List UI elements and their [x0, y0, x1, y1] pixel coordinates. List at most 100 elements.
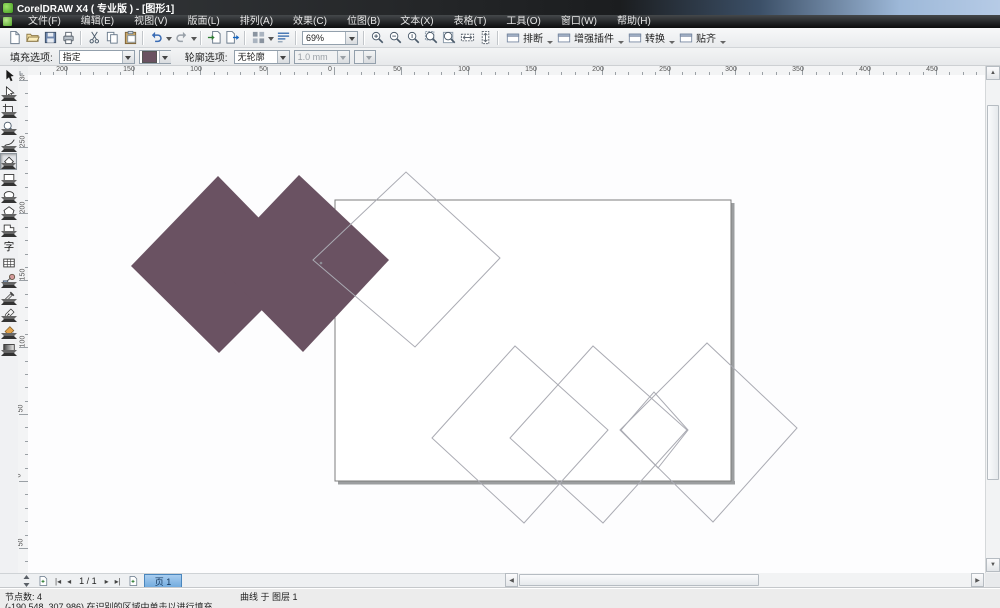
chevron-down-icon[interactable]: [190, 29, 197, 47]
polygon-tool[interactable]: [1, 204, 17, 220]
outline-type-combo[interactable]: 无轮廓: [233, 49, 290, 64]
menu-layout[interactable]: 版面(L): [177, 15, 229, 28]
menu-window[interactable]: 窗口(W): [551, 15, 607, 28]
chevron-down-icon[interactable]: [267, 29, 274, 47]
menu-bitmaps[interactable]: 位图(B): [337, 15, 390, 28]
zoom-all-button[interactable]: [440, 29, 458, 47]
flip-pages-icon[interactable]: [19, 574, 34, 588]
table-tool[interactable]: [1, 255, 17, 271]
crop-tool[interactable]: [1, 102, 17, 118]
canvas-artwork[interactable]: [28, 75, 986, 573]
convert-button[interactable]: 转换: [624, 29, 669, 47]
add-page-before-button[interactable]: [34, 574, 52, 588]
drawing-canvas[interactable]: [28, 75, 986, 573]
freehand-tool[interactable]: [1, 136, 17, 152]
zoom-tool[interactable]: [1, 119, 17, 135]
menu-effects[interactable]: 效果(C): [283, 15, 337, 28]
previous-page-button[interactable]: ◂: [64, 574, 74, 588]
welcome-button[interactable]: [274, 29, 292, 47]
menu-view[interactable]: 视图(V): [124, 15, 177, 28]
chevron-down-icon[interactable]: [165, 29, 172, 47]
export-button[interactable]: [223, 29, 241, 47]
zoom-out-button[interactable]: [386, 29, 404, 47]
zoom-page-height-button[interactable]: [476, 29, 494, 47]
zoom-selected-button[interactable]: [422, 29, 440, 47]
rectangle-tool[interactable]: [1, 170, 17, 186]
menu-edit[interactable]: 编辑(E): [71, 15, 124, 28]
cut-button[interactable]: [85, 29, 103, 47]
smart-fill-tool[interactable]: [0, 153, 17, 170]
import-button[interactable]: [205, 29, 223, 47]
menu-help[interactable]: 帮助(H): [607, 15, 661, 28]
ruler-label: 150: [525, 66, 537, 73]
plugins-button[interactable]: 增强插件: [553, 29, 618, 47]
menu-tools[interactable]: 工具(O): [496, 15, 550, 28]
chevron-down-icon[interactable]: [276, 50, 289, 63]
fill-tool[interactable]: [1, 323, 17, 339]
ruler-label: 100: [458, 66, 470, 73]
interactive-fill-tool[interactable]: [1, 340, 17, 356]
blend-tool[interactable]: [1, 272, 17, 288]
app-launcher-button[interactable]: [249, 29, 267, 47]
shape-center-marker[interactable]: [319, 261, 323, 265]
next-page-button[interactable]: ▸: [102, 574, 112, 588]
ruler-label: 50: [259, 66, 267, 73]
paste-button[interactable]: [121, 29, 139, 47]
text-tool[interactable]: 字: [1, 238, 17, 254]
menu-file[interactable]: 文件(F): [18, 15, 71, 28]
horizontal-scrollbar[interactable]: ◀ ▶: [505, 573, 985, 588]
flyout-indicator-icon[interactable]: [720, 30, 726, 46]
scroll-up-button[interactable]: ▲: [986, 66, 1000, 80]
fill-type-combo[interactable]: 指定: [58, 49, 135, 64]
first-page-button[interactable]: |◂: [52, 574, 64, 588]
copy-button[interactable]: [103, 29, 121, 47]
redo-button[interactable]: [172, 29, 190, 47]
page-shadow-bottom[interactable]: [338, 481, 735, 485]
last-page-button[interactable]: ▸|: [112, 574, 124, 588]
open-button[interactable]: [23, 29, 41, 47]
new-button[interactable]: [5, 29, 23, 47]
snap-button[interactable]: 贴齐: [675, 29, 720, 47]
undo-button[interactable]: [147, 29, 165, 47]
vertical-scrollbar[interactable]: ▲ ▼: [985, 66, 1000, 573]
flyout-indicator-icon[interactable]: [669, 30, 675, 46]
basic-shapes-tool[interactable]: [1, 221, 17, 237]
outline-width-combo[interactable]: 1.0 mm: [293, 49, 350, 64]
ellipse-tool[interactable]: [1, 187, 17, 203]
zoom-actual-button[interactable]: [404, 29, 422, 47]
flyout-indicator-icon[interactable]: [547, 30, 553, 46]
print-button[interactable]: [59, 29, 77, 47]
horizontal-scroll-thumb[interactable]: [519, 574, 759, 586]
arrange-button[interactable]: 排断: [502, 29, 547, 47]
scrollbar-corner: [985, 573, 1000, 588]
pick-tool[interactable]: [1, 68, 17, 84]
page-shadow-right[interactable]: [731, 203, 735, 484]
chevron-down-icon[interactable]: [345, 31, 357, 44]
ruler-tick: [334, 67, 335, 75]
chevron-down-icon[interactable]: [158, 50, 171, 63]
zoom-level-combo[interactable]: 69%: [302, 30, 358, 45]
scroll-left-button[interactable]: ◀: [505, 573, 518, 587]
shape-tool[interactable]: [1, 85, 17, 101]
zoom-page-width-button[interactable]: [458, 29, 476, 47]
menu-table[interactable]: 表格(T): [444, 15, 497, 28]
fill-color-combo[interactable]: [138, 49, 171, 64]
outline-pen-tool[interactable]: [1, 306, 17, 322]
save-button[interactable]: [41, 29, 59, 47]
page-border[interactable]: [334, 199, 732, 482]
ruler-label: 400: [859, 66, 871, 73]
menu-text[interactable]: 文本(X): [390, 15, 443, 28]
chevron-down-icon[interactable]: [121, 50, 134, 63]
chevron-down-icon[interactable]: [336, 50, 349, 63]
vertical-scroll-thumb[interactable]: [987, 105, 999, 480]
add-page-after-button[interactable]: [124, 574, 142, 588]
flyout-indicator-icon[interactable]: [618, 30, 624, 46]
scroll-down-button[interactable]: ▼: [986, 558, 1000, 572]
scroll-right-button[interactable]: ▶: [971, 573, 984, 587]
eyedropper-tool[interactable]: [1, 289, 17, 305]
page-tab[interactable]: 页 1: [143, 574, 183, 588]
outline-style-combo[interactable]: [353, 49, 376, 64]
menu-arrange[interactable]: 排列(A): [230, 15, 283, 28]
zoom-in-button[interactable]: [368, 29, 386, 47]
chevron-down-icon[interactable]: [362, 50, 375, 63]
